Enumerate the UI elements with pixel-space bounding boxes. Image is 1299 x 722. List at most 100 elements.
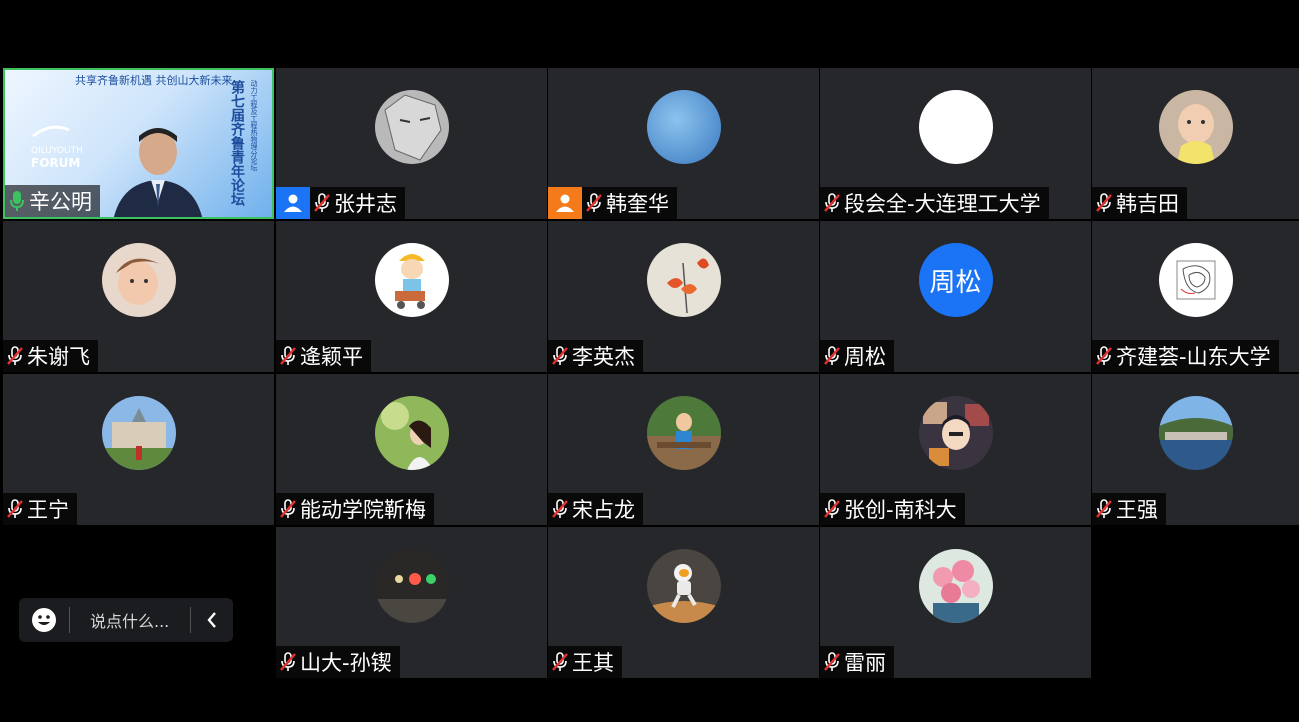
cartoon-worker-avatar — [374, 243, 449, 317]
participant-name: 雷丽 — [844, 651, 886, 675]
blue-sky-avatar — [646, 90, 721, 164]
logo-line2: FORUM — [31, 156, 81, 170]
participant-tile[interactable]: 周松 周松 — [820, 221, 1091, 372]
participant-namebar: 王其 — [548, 646, 622, 678]
participant-namebar: 宋占龙 — [548, 493, 643, 525]
participant-tile[interactable]: 李英杰 — [548, 221, 819, 372]
participant-tile[interactable]: 王宁 — [3, 374, 274, 525]
slide-slogan: 共享齐鲁新机遇 共创山大新未来 — [75, 74, 233, 87]
mic-muted-icon — [1092, 493, 1116, 525]
participant-name: 张创-南科大 — [844, 498, 957, 522]
participant-name: 王宁 — [27, 498, 69, 522]
participant-namebar: 王强 — [1092, 493, 1166, 525]
mic-muted-icon — [548, 493, 572, 525]
participant-namebar: 雷丽 — [820, 646, 894, 678]
child-photo-avatar — [101, 243, 176, 317]
cohost-user-icon — [548, 187, 582, 219]
participant-name: 山大-孙锲 — [300, 651, 392, 675]
participant-tile[interactable]: 韩吉田 — [1092, 68, 1299, 219]
woman-garden-avatar — [374, 396, 449, 470]
participant-tile[interactable]: 韩奎华 — [548, 68, 819, 219]
astronaut-avatar — [646, 549, 721, 623]
mic-muted-icon — [820, 340, 844, 372]
participant-tile-speaker[interactable]: 共享齐鲁新机遇 共创山大新未来 QILUYOUTH FORUM 第七届齐鲁青年论… — [3, 68, 274, 219]
participant-tile[interactable]: 张井志 — [276, 68, 547, 219]
participant-name: 能动学院靳梅 — [300, 498, 426, 522]
mic-muted-icon — [820, 646, 844, 678]
chat-input[interactable]: 说点什么... — [70, 608, 190, 632]
participant-name: 朱谢飞 — [27, 345, 90, 369]
participant-namebar: 韩奎华 — [548, 187, 677, 219]
participant-namebar: 张井志 — [276, 187, 405, 219]
participant-tile[interactable]: 张创-南科大 — [820, 374, 1091, 525]
white-blank-avatar — [918, 90, 993, 164]
participant-tile[interactable]: 山大-孙锲 — [276, 527, 547, 678]
child-outdoor-avatar — [646, 396, 721, 470]
participant-namebar: 李英杰 — [548, 340, 643, 372]
participant-name: 王其 — [572, 651, 614, 675]
participant-name: 李英杰 — [572, 345, 635, 369]
flower-painting-avatar — [646, 243, 721, 317]
mic-muted-icon — [548, 646, 572, 678]
participant-name: 宋占龙 — [572, 498, 635, 522]
participant-namebar: 山大-孙锲 — [276, 646, 400, 678]
participant-namebar: 朱谢飞 — [3, 340, 98, 372]
participant-namebar: 辛公明 — [5, 185, 100, 217]
contour-plot-avatar — [1158, 243, 1233, 317]
participant-name: 张井志 — [334, 192, 397, 216]
mic-muted-icon — [1092, 187, 1116, 219]
slide-subtitle: 动力工程及工程热物理分论坛 — [250, 80, 258, 171]
flower-bouquet-avatar — [918, 549, 993, 623]
mic-muted-icon — [276, 493, 300, 525]
participant-tile[interactable]: 能动学院靳梅 — [276, 374, 547, 525]
participant-name: 逄颖平 — [300, 345, 363, 369]
mic-muted-icon — [1092, 340, 1116, 372]
participant-namebar: 周松 — [820, 340, 894, 372]
participant-namebar: 逄颖平 — [276, 340, 371, 372]
initials-avatar: 周松 — [918, 243, 993, 317]
participant-name: 韩吉田 — [1116, 192, 1179, 216]
emoji-icon[interactable] — [19, 607, 69, 633]
participant-name: 周松 — [844, 345, 886, 369]
mic-muted-icon — [3, 340, 27, 372]
participant-tile[interactable]: 王强 — [1092, 374, 1299, 525]
anime-collage-avatar — [918, 396, 993, 470]
participant-namebar: 齐建荟-山东大学 — [1092, 340, 1279, 372]
participant-namebar: 能动学院靳梅 — [276, 493, 434, 525]
participant-name: 段会全-大连理工大学 — [844, 192, 1041, 216]
logo-line1: QILUYOUTH — [31, 146, 83, 156]
participant-tile[interactable]: 宋占龙 — [548, 374, 819, 525]
participant-tile[interactable]: 雷丽 — [820, 527, 1091, 678]
slide-title: 第七届齐鲁青年论坛 — [229, 80, 245, 206]
participant-namebar: 王宁 — [3, 493, 77, 525]
building-photo-avatar — [101, 396, 176, 470]
participant-namebar: 段会全-大连理工大学 — [820, 187, 1049, 219]
mic-muted-icon — [548, 340, 572, 372]
mic-muted-icon — [820, 187, 844, 219]
participant-name: 齐建荟-山东大学 — [1116, 345, 1271, 369]
chat-bar: 说点什么... — [19, 598, 233, 642]
participant-tile[interactable]: 齐建荟-山东大学 — [1092, 221, 1299, 372]
harbor-town-avatar — [1158, 396, 1233, 470]
participant-namebar: 张创-南科大 — [820, 493, 965, 525]
host-user-icon — [276, 187, 310, 219]
participant-name: 王强 — [1116, 498, 1158, 522]
mic-muted-icon — [820, 493, 844, 525]
mic-muted-icon — [582, 187, 606, 219]
mic-muted-icon — [3, 493, 27, 525]
night-lights-avatar — [374, 549, 449, 623]
participant-name: 辛公明 — [29, 190, 92, 214]
mic-on-icon — [5, 185, 29, 217]
speaker-video — [114, 128, 202, 217]
participant-name: 韩奎华 — [606, 192, 669, 216]
chevron-left-icon[interactable] — [191, 611, 233, 629]
participant-namebar: 韩吉田 — [1092, 187, 1187, 219]
participant-tile[interactable]: 段会全-大连理工大学 — [820, 68, 1091, 219]
baby-photo-avatar — [1158, 90, 1233, 164]
participant-tile[interactable]: 逄颖平 — [276, 221, 547, 372]
participant-tile[interactable]: 王其 — [548, 527, 819, 678]
mic-muted-icon — [276, 340, 300, 372]
participant-tile[interactable]: 朱谢飞 — [3, 221, 274, 372]
mic-muted-icon — [310, 187, 334, 219]
mic-muted-icon — [276, 646, 300, 678]
